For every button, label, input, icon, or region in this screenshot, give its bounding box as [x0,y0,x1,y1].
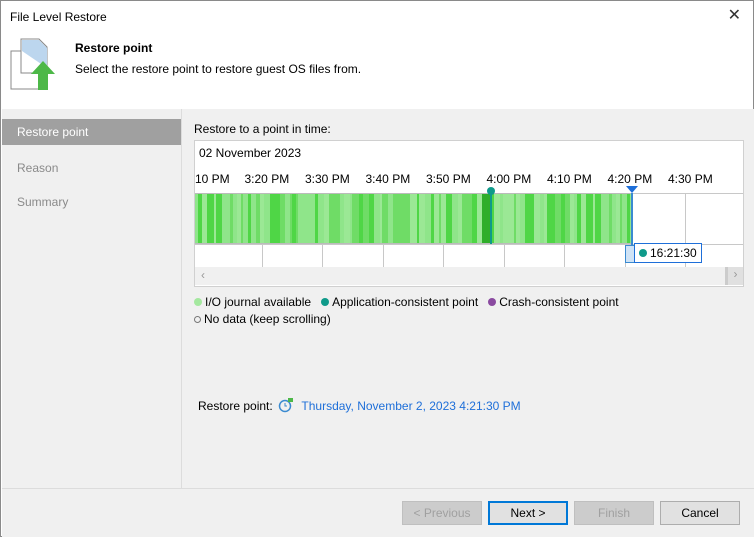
selected-time-badge: 16:21:30 [634,243,702,263]
restore-files-icon [10,38,55,90]
io-journal-band[interactable] [195,193,632,244]
app-point-line [490,193,492,244]
app-consistent-point[interactable] [487,187,495,195]
step-restore-point[interactable]: Restore point [2,119,181,145]
timeline-date: 02 November 2023 [199,146,302,160]
header-title: Restore point [75,41,153,55]
selected-time: 16:21:30 [650,246,697,260]
timeline[interactable]: 02 November 2023 10 PM 3:20 PM 3:30 PM 3:40… [194,140,744,287]
header-subtitle: Select the restore point to restore gues… [75,62,362,76]
tick-label: 3:50 PM [426,172,471,186]
selection-marker-icon[interactable] [626,186,638,193]
scroll-right-icon[interactable]: › [725,267,743,285]
tick-label: 3:20 PM [244,172,290,186]
tick-label: 10 PM [195,172,230,186]
timeline-label: Restore to a point in time: [194,122,331,136]
window-title: File Level Restore [10,10,107,24]
legend: I/O journal available Application-consis… [194,294,619,328]
tick-label: 4:20 PM [607,172,653,186]
legend-app-consistent: Application-consistent point [321,295,478,309]
legend-crash-consistent: Crash-consistent point [488,295,619,309]
restore-point-summary: Restore point: Thursday, November 2, 202… [198,397,521,413]
legend-no-data: No data (keep scrolling) [194,311,619,328]
restore-point-label: Restore point: [198,399,273,413]
finish-button[interactable]: Finish [574,501,654,525]
tick-label: 3:30 PM [305,172,350,186]
tick-label: 4:00 PM [486,172,532,186]
step-summary[interactable]: Summary [2,187,181,221]
cancel-button[interactable]: Cancel [660,501,740,525]
previous-button[interactable]: < Previous [402,501,482,525]
restore-point-clock-icon [278,398,294,413]
step-reason[interactable]: Reason [2,153,181,187]
timeline-scrollbar[interactable]: ‹ › [195,267,743,285]
next-button[interactable]: Next > [488,501,568,525]
restore-point-link[interactable]: Thursday, November 2, 2023 4:21:30 PM [301,399,520,413]
close-icon[interactable]: ✕ [728,5,741,25]
wizard-steps: Restore point Reason Summary [2,109,182,488]
tick-label: 4:10 PM [547,172,592,186]
scroll-left-icon[interactable]: ‹ [201,268,205,282]
file-level-restore-window: File Level Restore ✕ Restore point Selec… [0,0,754,537]
tick-label: 4:30 PM [668,172,713,186]
legend-journal: I/O journal available [194,295,311,309]
tick-label: 3:40 PM [365,172,411,186]
